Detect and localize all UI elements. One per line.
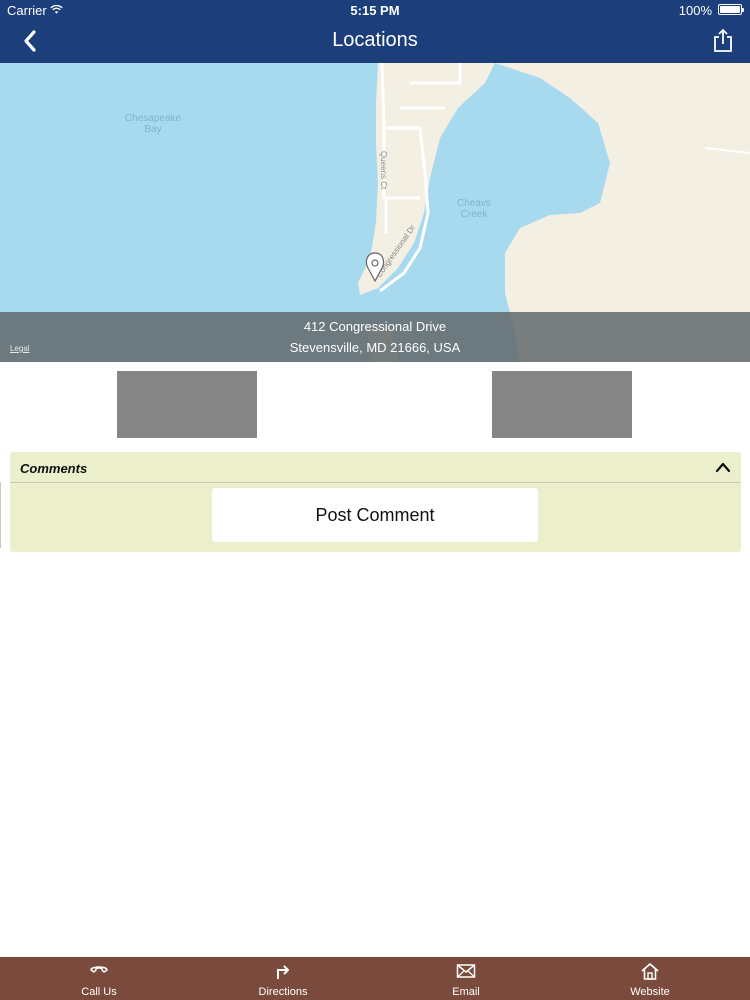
comments-panel: Comments Post Comment: [10, 452, 741, 552]
share-icon[interactable]: [712, 28, 734, 54]
map-label-bay-line1: Chesapeake: [125, 113, 182, 124]
address-overlay: 412 Congressional Drive Stevensville, MD…: [0, 312, 750, 362]
legal-link[interactable]: Legal: [10, 344, 30, 353]
battery-icon: [718, 4, 744, 15]
envelope-icon: [456, 964, 476, 978]
page-title: Locations: [332, 29, 418, 51]
tab-email-label: Email: [452, 986, 480, 998]
post-comment-button[interactable]: Post Comment: [212, 488, 538, 542]
status-bar: Carrier 5:15 PM 100%: [0, 0, 750, 22]
image-placeholder-left: [117, 371, 257, 438]
map-label-bay-line2: Bay: [144, 124, 161, 135]
tab-directions[interactable]: Directions: [213, 957, 353, 1000]
tab-website[interactable]: Website: [580, 957, 720, 1000]
tab-bar: Call Us Directions Email Website: [0, 957, 750, 1000]
tab-directions-label: Directions: [258, 986, 308, 998]
tab-website-label: Website: [630, 986, 670, 998]
chevron-up-icon[interactable]: [715, 461, 731, 473]
address-street: 412 Congressional Drive: [303, 319, 447, 334]
battery-percent: 100%: [678, 3, 712, 18]
map-label-creek-line1: Cheavs: [457, 198, 491, 209]
phone-icon: [90, 966, 108, 973]
status-time: 5:15 PM: [350, 3, 400, 18]
image-placeholder-right: [492, 371, 632, 438]
map-label-creek-line2: Creek: [461, 209, 489, 220]
divider: [0, 482, 1, 548]
location-map[interactable]: Chesapeake Bay Cheavs Creek Queens Ct Co…: [0, 63, 750, 362]
comments-header[interactable]: Comments: [10, 452, 741, 483]
comments-title: Comments: [20, 461, 88, 476]
tab-email[interactable]: Email: [396, 957, 536, 1000]
address-city: Stevensville, MD 21666, USA: [289, 340, 461, 355]
home-icon: [641, 963, 659, 980]
directions-arrow-icon: [277, 965, 289, 979]
navigation-bar: Locations: [0, 22, 750, 63]
tab-call-us[interactable]: Call Us: [29, 957, 169, 1000]
map-label-street-queens: Queens Ct: [379, 151, 388, 190]
tab-call-us-label: Call Us: [81, 986, 117, 998]
header: Carrier 5:15 PM 100% Locations: [0, 0, 750, 63]
